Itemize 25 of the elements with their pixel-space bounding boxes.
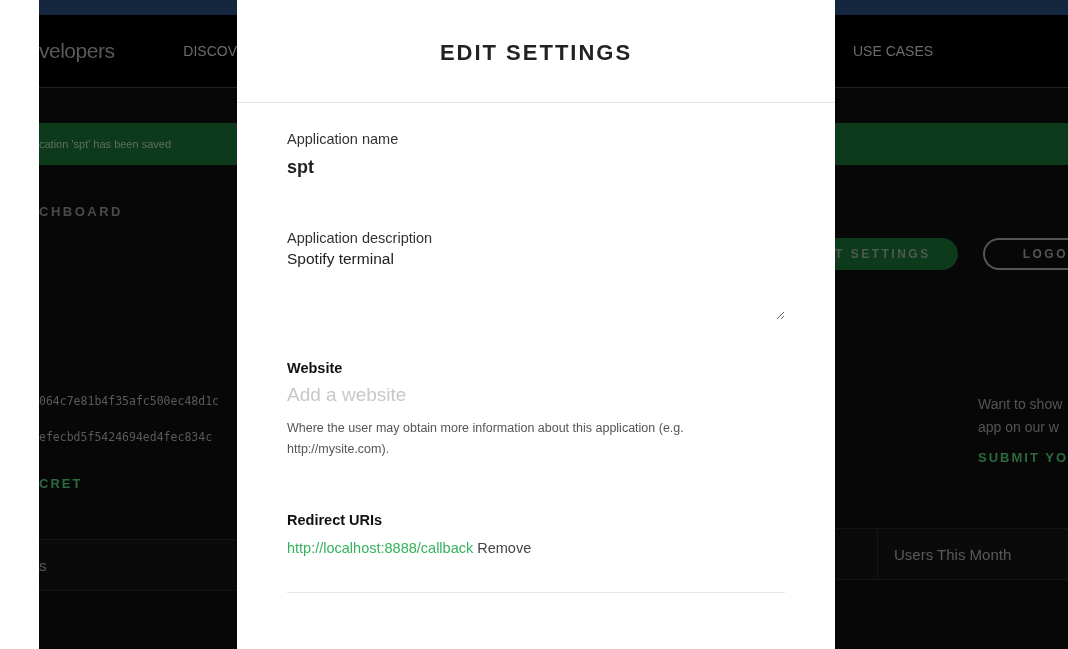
- redirect-uri-link[interactable]: http://localhost:8888/callback: [287, 540, 474, 556]
- banner-text: cation 'spt' has been saved: [39, 138, 171, 150]
- column-header: Users This Month: [894, 545, 1012, 563]
- promo-text: app on our w: [978, 419, 1060, 437]
- edit-settings-button[interactable]: T SETTINGS: [835, 238, 958, 270]
- submit-link[interactable]: SUBMIT YO: [978, 450, 1068, 468]
- nav-link[interactable]: DISCOV: [183, 43, 237, 59]
- help-text: Where the user may obtain more information about this application (e.g. http://mysite.com).: [287, 420, 685, 458]
- dialog-title: EDIT SETTINGS: [439, 39, 633, 66]
- application-name: spt: [287, 157, 315, 178]
- nav-link[interactable]: USE CASES: [853, 43, 934, 59]
- description-field[interactable]: Spotify terminal: [287, 250, 785, 320]
- field-label: Website: [287, 360, 344, 376]
- logout-button[interactable]: LOGO: [983, 238, 1068, 270]
- client-secret: efecbd5f5424694ed4fec834c: [39, 430, 214, 446]
- field-label: Redirect URIs: [287, 512, 384, 528]
- client-id: 064c7e81b4f35afc500ec48d1c: [39, 394, 220, 410]
- promo-text: Want to show: [978, 396, 1064, 414]
- column-header: s: [39, 556, 47, 574]
- secret-link[interactable]: CRET: [39, 476, 237, 494]
- remove-button[interactable]: Remove: [477, 540, 532, 556]
- field-label: Application name: [287, 131, 400, 147]
- brand-logo-text: velopers: [39, 39, 115, 63]
- page-heading: CHBOARD: [39, 204, 124, 221]
- field-label: Application description: [287, 230, 434, 246]
